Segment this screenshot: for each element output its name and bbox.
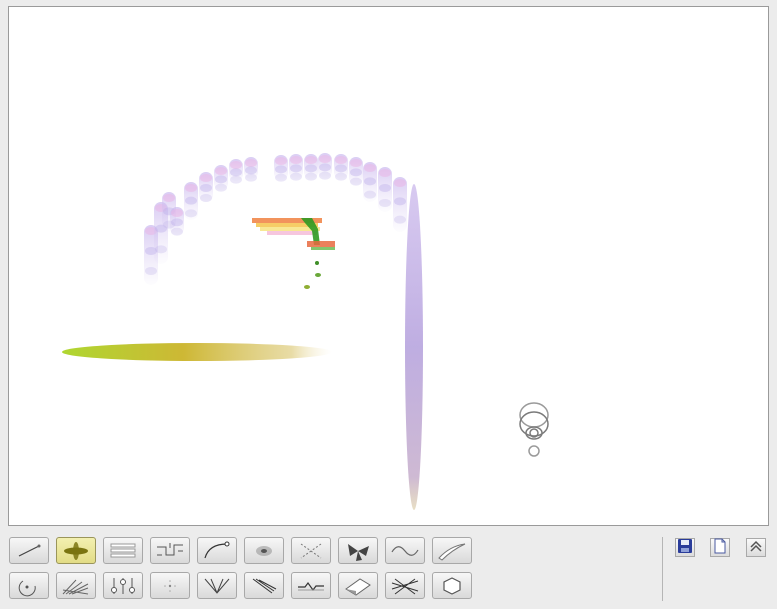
swoosh-brush-icon (436, 540, 468, 562)
collapse-icon (748, 538, 764, 558)
save-icon (677, 538, 693, 558)
wave-brush-tool[interactable] (385, 537, 425, 564)
stem-brush-tool[interactable] (103, 572, 143, 599)
drawing-canvas[interactable] (8, 6, 769, 526)
line-brush-icon (13, 540, 45, 562)
sketch-brush-icon (248, 575, 280, 597)
spray-brush-tool[interactable] (150, 572, 190, 599)
eraser-brush-tool[interactable] (338, 572, 378, 599)
spray-brush-icon (154, 575, 186, 597)
new-page-icon (712, 538, 728, 558)
ribbon-brush-icon (107, 540, 139, 562)
artwork (62, 153, 549, 510)
curve-brush-icon (201, 540, 233, 562)
circuit-brush-tool[interactable] (150, 537, 190, 564)
crosshatch-brush-tool[interactable] (385, 572, 425, 599)
ellipse-brush-tool[interactable] (56, 537, 96, 564)
swoosh-brush-tool[interactable] (432, 537, 472, 564)
save-button[interactable] (675, 538, 695, 557)
ribbon-brush-tool[interactable] (103, 537, 143, 564)
sketch-brush-tool[interactable] (244, 572, 284, 599)
dots-brush-tool[interactable] (291, 537, 331, 564)
curve-brush-tool[interactable] (197, 537, 237, 564)
collapse-button[interactable] (746, 538, 766, 557)
spiral-brush-tool[interactable] (9, 572, 49, 599)
wave-brush-icon (389, 540, 421, 562)
web-brush-icon (201, 575, 233, 597)
zigzag-brush-tool[interactable] (291, 572, 331, 599)
blur-brush-icon (248, 540, 280, 562)
dots-brush-icon (295, 540, 327, 562)
crosshatch-brush-icon (389, 575, 421, 597)
hexagon-brush-icon (436, 575, 468, 597)
blur-brush-tool[interactable] (244, 537, 284, 564)
eraser-brush-icon (342, 575, 374, 597)
brush-toolbar (9, 537, 479, 603)
new-page-button[interactable] (710, 538, 730, 557)
ellipse-brush-icon (60, 540, 92, 562)
toolbar-divider (662, 537, 663, 601)
ring-cluster (519, 402, 549, 457)
horizontal-stroke (62, 343, 332, 361)
hexagon-brush-tool[interactable] (432, 572, 472, 599)
spiral-brush-icon (13, 575, 45, 597)
circuit-brush-icon (154, 540, 186, 562)
line-brush-tool[interactable] (9, 537, 49, 564)
zigzag-brush-icon (295, 575, 327, 597)
stem-brush-icon (107, 575, 139, 597)
fan-brush-icon (342, 540, 374, 562)
color-bars (252, 218, 335, 289)
web-brush-tool[interactable] (197, 572, 237, 599)
fan-brush-tool[interactable] (338, 537, 378, 564)
fur-brush-icon (60, 575, 92, 597)
fur-brush-tool[interactable] (56, 572, 96, 599)
vertical-stroke (405, 184, 423, 510)
